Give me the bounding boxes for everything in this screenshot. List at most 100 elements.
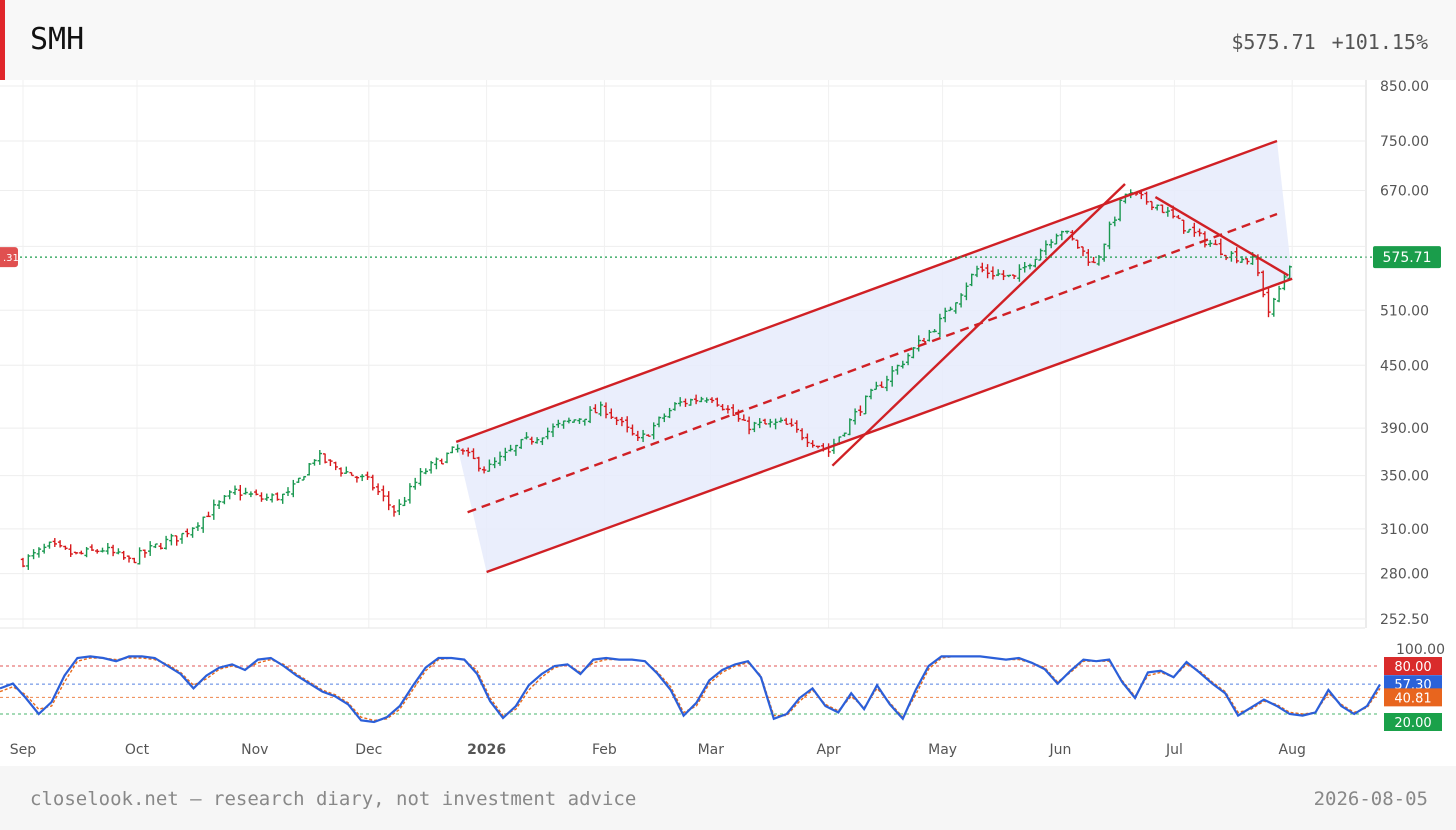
- osc-level-label: 20.00: [1394, 716, 1431, 731]
- ohlc-bar: [375, 483, 381, 495]
- ohlc-bar: [264, 493, 269, 501]
- footer-bar: closelook.net — research diary, not inve…: [0, 766, 1456, 830]
- ohlc-bar: [174, 535, 179, 546]
- time-tick-label: Jul: [1165, 742, 1183, 758]
- ohlc-bar: [163, 535, 169, 550]
- ohlc-bar: [132, 557, 137, 564]
- price-tick-label: 390.00: [1380, 421, 1429, 437]
- last-price-label: 575.71: [1383, 250, 1432, 266]
- ohlc-bar: [349, 471, 354, 477]
- price-tick-label: 450.00: [1380, 358, 1429, 374]
- ohlc-bar: [227, 490, 232, 500]
- ohlc-bar: [68, 544, 73, 557]
- ohlc-bar: [79, 550, 84, 555]
- ohlc-bar: [391, 505, 397, 517]
- time-tick-label: Sep: [10, 742, 37, 758]
- ohlc-bar: [95, 549, 100, 554]
- price-tick-label: 670.00: [1380, 183, 1429, 199]
- ohlc-bar: [137, 547, 142, 565]
- price-tick-label: 850.00: [1380, 80, 1429, 95]
- ohlc-bar: [354, 475, 360, 483]
- ohlc-bar: [238, 484, 243, 501]
- ohlc-bar: [312, 459, 317, 466]
- ohlc-bar: [444, 452, 450, 464]
- ohlc-bar: [418, 468, 423, 486]
- last-price: $575.71: [1231, 30, 1316, 54]
- accent-bar: [0, 0, 5, 80]
- price-tick-label: 310.00: [1380, 522, 1429, 538]
- ohlc-bar: [333, 461, 338, 471]
- ohlc-bar: [428, 460, 434, 474]
- ohlc-bar: [211, 499, 216, 520]
- ohlc-bar: [158, 542, 163, 550]
- ohlc-bar: [248, 491, 254, 498]
- ohlc-bar: [317, 449, 322, 465]
- percent-change: +101.15%: [1331, 30, 1428, 54]
- ohlc-bar: [381, 485, 386, 502]
- ohlc-bar: [344, 466, 349, 474]
- time-tick-label: Aug: [1279, 742, 1306, 758]
- ohlc-bar: [439, 458, 444, 465]
- time-tick-label: Feb: [592, 742, 617, 758]
- ohlc-bar: [148, 541, 153, 556]
- ohlc-bar: [301, 476, 307, 481]
- ohlc-bar: [328, 459, 333, 467]
- time-tick-label: Dec: [355, 742, 382, 758]
- ohlc-bar: [36, 547, 42, 558]
- ohlc-bar: [413, 477, 418, 490]
- price-tick-label: 252.50: [1380, 612, 1429, 628]
- ohlc-bar: [57, 540, 63, 548]
- ohlc-bar: [84, 546, 89, 558]
- osc-tick-label: 100.00: [1396, 642, 1445, 658]
- ohlc-bar: [232, 485, 238, 495]
- ohlc-bar: [179, 532, 185, 544]
- ohlc-bar: [402, 496, 407, 507]
- ohlc-bar: [126, 555, 132, 563]
- ohlc-bar: [206, 511, 211, 518]
- ohlc-bar: [275, 492, 280, 501]
- ohlc-bar: [100, 547, 105, 553]
- ohlc-bar: [280, 493, 285, 504]
- ohlc-bar: [450, 446, 455, 454]
- ohlc-bar: [243, 487, 248, 495]
- ticker-symbol: SMH: [30, 22, 85, 57]
- ohlc-bar: [73, 551, 79, 555]
- ohlc-bar: [216, 500, 222, 509]
- time-tick-label: May: [928, 742, 957, 758]
- ohlc-bar: [116, 548, 121, 555]
- time-tick-label: 2026: [467, 742, 506, 758]
- channel-fill: [456, 140, 1293, 573]
- header-bar: SMH $575.71 +101.15%: [0, 0, 1456, 80]
- ohlc-bar: [142, 549, 148, 558]
- price-chart[interactable]: 575.71 .31 850.00 750.00 670.00 510.00 450.00 3…: [0, 80, 1456, 766]
- ohlc-bar: [423, 468, 428, 475]
- footer-date: 2026-08-05: [1313, 788, 1428, 810]
- osc-level-label: 40.81: [1394, 691, 1431, 706]
- ohlc-bar: [26, 554, 31, 570]
- ohlc-bar: [269, 493, 275, 503]
- ohlc-bar: [1276, 285, 1282, 303]
- ohlc-bar: [47, 541, 52, 549]
- ohlc-bar: [1266, 288, 1271, 318]
- time-tick-label: Jun: [1048, 742, 1071, 758]
- ohlc-bar: [121, 550, 126, 560]
- ohlc-bar: [307, 463, 312, 476]
- quote-summary: $575.71 +101.15%: [1231, 30, 1428, 54]
- ohlc-bar: [259, 492, 264, 502]
- ohlc-bar: [63, 545, 68, 550]
- time-tick-label: Apr: [816, 742, 840, 758]
- ohlc-bar: [434, 457, 439, 470]
- ohlc-bar: [153, 543, 158, 549]
- ohlc-bar: [185, 528, 190, 538]
- disclaimer-text: closelook.net — research diary, not inve…: [30, 788, 637, 810]
- ohlc-bar: [1271, 297, 1276, 317]
- ohlc-bar: [105, 543, 110, 555]
- ohlc-bar: [222, 495, 227, 505]
- osc-level-label: 80.00: [1394, 660, 1431, 675]
- ohlc-bar: [296, 477, 301, 483]
- ohlc-bar: [407, 483, 413, 504]
- ohlc-bar: [169, 533, 174, 546]
- ohlc-bar: [386, 491, 391, 511]
- ohlc-bar: [291, 479, 296, 498]
- price-tick-label: 350.00: [1380, 469, 1429, 485]
